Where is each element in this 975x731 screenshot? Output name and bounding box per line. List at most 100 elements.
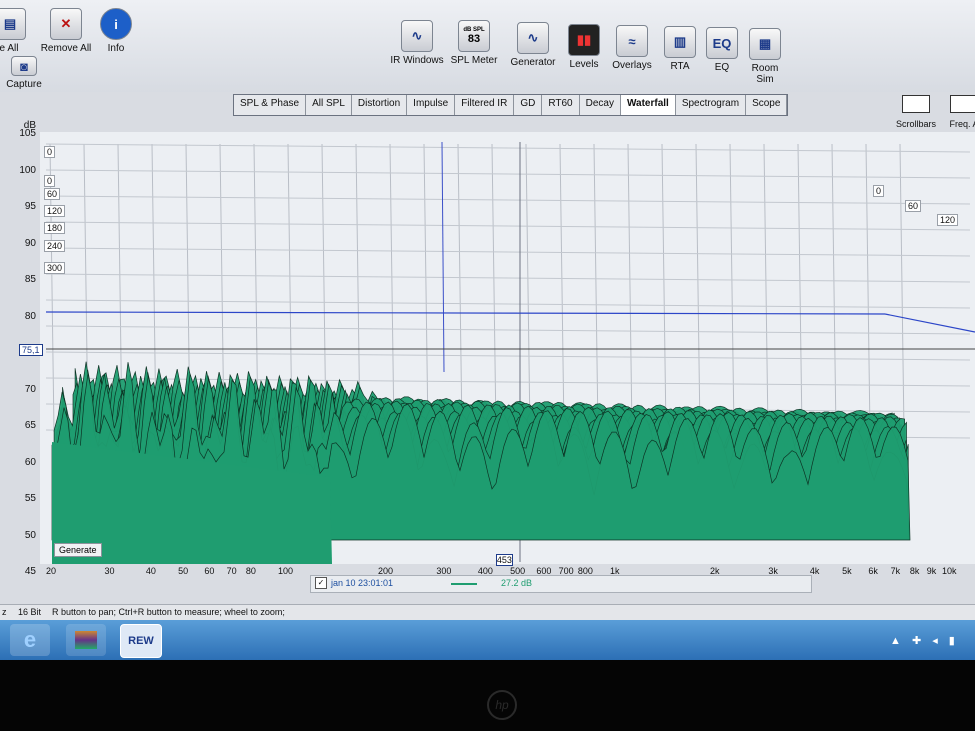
tab-distortion[interactable]: Distortion	[352, 95, 408, 115]
tab-all-spl[interactable]: All SPL	[306, 95, 352, 115]
tab-filtered-ir[interactable]: Filtered IR	[455, 95, 515, 115]
y-tick-label: 105	[19, 128, 36, 139]
x-tick-label: 7k	[890, 566, 901, 576]
grid-line	[45, 195, 971, 205]
spl-meter-button[interactable]: dB SPL 83 SPL Meter	[450, 20, 498, 66]
y-tick-label: 80	[24, 310, 36, 322]
grid-line	[763, 143, 769, 433]
grid-line	[899, 143, 905, 433]
x-tick-label: 100	[278, 566, 294, 576]
x-tick-label: 9k	[926, 566, 937, 576]
grid-line	[45, 325, 971, 335]
reference-line	[45, 311, 886, 315]
waterfall-svg	[45, 141, 975, 564]
eq-icon: EQ	[706, 27, 738, 59]
spl-meter-icon: dB SPL 83	[458, 20, 490, 52]
grid-line	[695, 143, 701, 433]
main-toolbar: ▤ e All ✕ Remove All i Info ◙ Capture ∿ …	[0, 0, 975, 92]
x-tick-label: 8k	[909, 566, 920, 576]
rta-icon: ▥	[664, 26, 696, 58]
tray-icons[interactable]: ▲ ✚ ◂ ▮	[890, 634, 959, 647]
scrollbars-icon	[902, 95, 930, 113]
legend-checkbox[interactable]: ✓	[315, 577, 327, 589]
reference-line	[884, 313, 975, 333]
grid-line	[45, 143, 971, 153]
y-tick-label: 45	[24, 566, 36, 577]
scrollbars-button[interactable]: Scrollbars	[893, 95, 939, 129]
grid-line	[423, 143, 429, 433]
z-axis-label: 0	[44, 146, 56, 158]
x-tick-label: 5k	[842, 566, 852, 576]
room-sim-icon: ▦	[749, 28, 781, 60]
rew-icon[interactable]: REW	[120, 624, 162, 658]
hp-logo: hp	[487, 690, 517, 720]
screen: ▤ e All ✕ Remove All i Info ◙ Capture ∿ …	[0, 0, 975, 660]
tab-scope[interactable]: Scope	[746, 95, 788, 115]
grid-line	[627, 143, 633, 433]
info-button[interactable]: i Info	[100, 8, 132, 54]
grid-line	[45, 273, 971, 283]
y-tick-label: 95	[24, 201, 36, 212]
overlays-button[interactable]: ≈ Overlays	[612, 25, 652, 71]
legend-value: 27.2 dB	[501, 578, 533, 588]
grid-line	[457, 143, 463, 433]
grid-line	[797, 143, 803, 433]
capture-button[interactable]: ◙ Capture	[4, 56, 44, 90]
eq-button[interactable]: EQ EQ	[706, 27, 738, 73]
y-tick-label: 90	[24, 237, 36, 249]
status-bar: z 16 Bit R button to pan; Ctrl+R button …	[0, 604, 975, 621]
generate-button[interactable]: Generate	[54, 543, 102, 557]
x-tick-label: 30	[104, 566, 115, 576]
status-rate: z	[2, 607, 7, 617]
tab-spl-phase[interactable]: SPL & Phase	[234, 95, 307, 115]
cursor-db-readout: 75,1	[19, 344, 43, 356]
overlays-icon: ≈	[616, 25, 648, 57]
tab-waterfall[interactable]: Waterfall	[620, 95, 676, 115]
tab-spectrogram[interactable]: Spectrogram	[676, 95, 747, 115]
x-cursor-readout: 453	[495, 554, 513, 566]
generator-icon: ∿	[517, 22, 549, 54]
z-axis-label: 0	[873, 185, 885, 197]
z-axis-label: 240	[44, 240, 66, 252]
x-tick-label: 10k	[942, 566, 957, 576]
tab-impulse[interactable]: Impulse	[407, 95, 456, 115]
room-sim-button[interactable]: ▦ Room Sim	[742, 28, 788, 85]
remove-all-button[interactable]: ✕ Remove All	[38, 8, 94, 54]
camera-icon: ◙	[11, 56, 37, 76]
grid-line	[45, 247, 971, 257]
trace-legend: ✓ jan 10 23:01:01 27.2 dB	[310, 575, 812, 593]
freq-axis-button[interactable]: Freq. A	[944, 95, 975, 129]
x-tick-label: 20	[46, 566, 57, 576]
grid-line	[491, 143, 497, 433]
ie-icon[interactable]: e	[10, 624, 50, 656]
cursor-line	[441, 141, 445, 373]
info-icon: i	[100, 8, 132, 40]
y-tick-label: 50	[24, 529, 36, 541]
remove-all-partial-button[interactable]: ▤ e All	[0, 8, 26, 54]
y-tick-label: 85	[24, 274, 36, 285]
grid-line	[525, 143, 531, 433]
grid-line	[559, 143, 565, 433]
file-icon: ▤	[0, 8, 26, 40]
tab-decay[interactable]: Decay	[580, 95, 621, 115]
grid-line	[45, 377, 971, 387]
winrar-icon[interactable]	[66, 624, 106, 656]
windows-taskbar: e REW ▲ ✚ ◂ ▮	[0, 620, 975, 660]
ir-windows-button[interactable]: ∿ IR Windows	[390, 20, 444, 66]
y-tick-label: 55	[24, 493, 36, 504]
legend-swatch	[451, 583, 477, 585]
grid-line	[45, 351, 971, 361]
x-tick-label: 6k	[868, 566, 878, 576]
z-axis-label: 120	[44, 205, 66, 217]
grid-line	[593, 143, 599, 433]
rta-button[interactable]: ▥ RTA	[664, 26, 696, 72]
generator-button[interactable]: ∿ Generator	[508, 22, 558, 68]
waterfall-plot[interactable]	[40, 132, 975, 564]
ir-windows-icon: ∿	[401, 20, 433, 52]
tab-rt60[interactable]: RT60	[542, 95, 580, 115]
levels-button[interactable]: ▮▮ Levels	[566, 24, 602, 70]
grid-line	[45, 299, 971, 309]
z-axis-label: 300	[44, 262, 66, 274]
tab-gd[interactable]: GD	[514, 95, 543, 115]
z-axis-label: 120	[937, 214, 959, 226]
